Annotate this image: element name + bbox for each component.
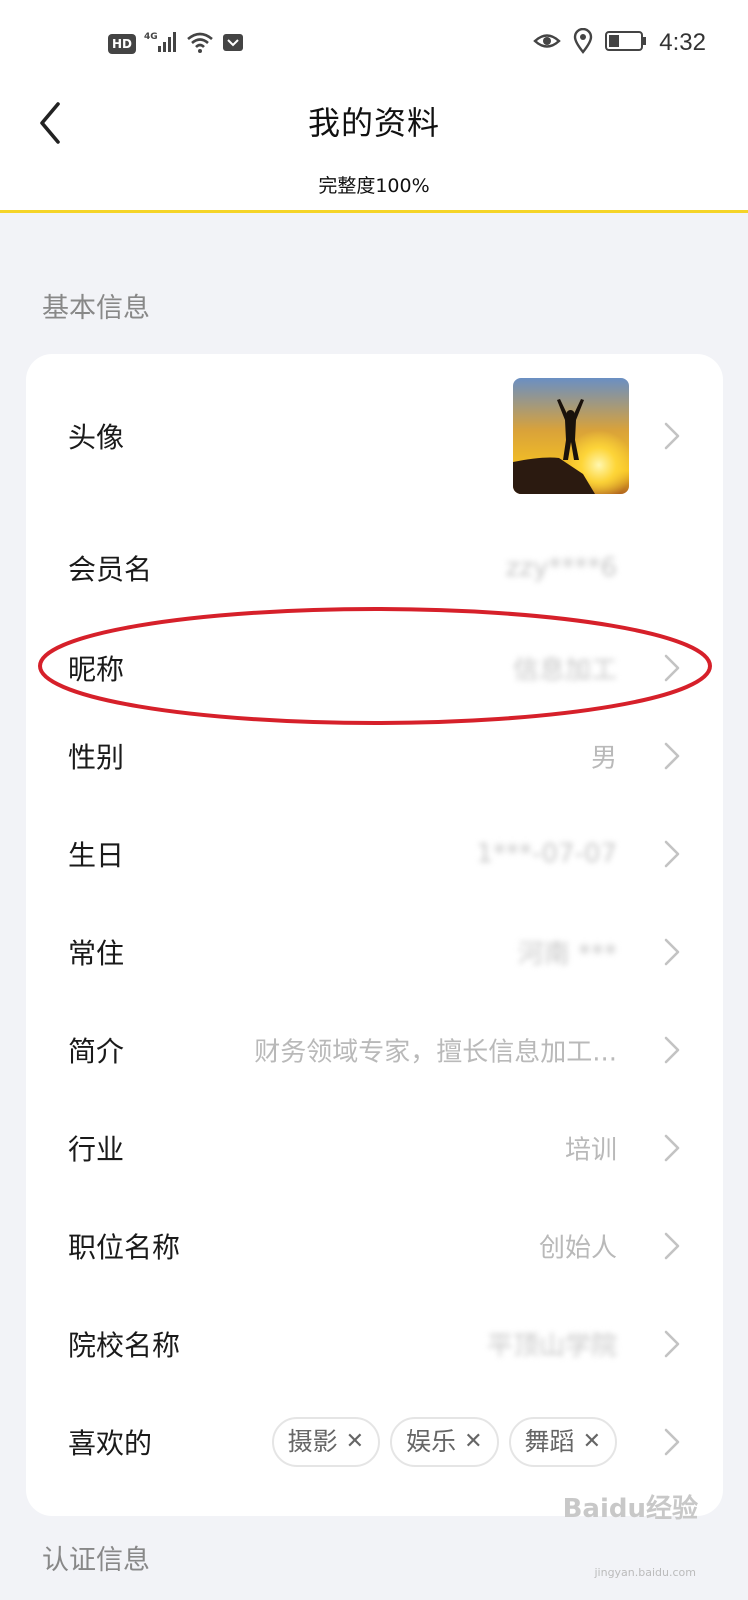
chevron-right-icon [664,1036,680,1064]
avatar-row[interactable]: 头像 [26,354,723,518]
intro-value: 财务领域专家，擅长信息加工... [254,1037,617,1068]
completeness-indicator: 完整度100% [0,156,748,213]
industry-label: 行业 [68,1133,125,1166]
school-value: 平顶山学院 [486,1331,617,1362]
remove-tag-icon[interactable]: ✕ [583,1419,601,1465]
wifi-icon [186,31,214,57]
nickname-label: 昵称 [68,653,125,686]
chevron-right-icon [664,422,680,450]
industry-row[interactable]: 行业 培训 [26,1098,723,1198]
chevron-right-icon [664,1330,680,1358]
member-name-row[interactable]: 会员名 zzy****6 [26,518,723,618]
chevron-right-icon [664,1232,680,1260]
birthday-row[interactable]: 生日 1***-07-07 [26,804,723,904]
status-left: HD 4G [108,30,244,58]
member-name-value: zzy****6 [505,553,617,583]
gender-value: 男 [590,743,617,774]
position-value: 创始人 [538,1233,617,1264]
nickname-value: 信息加工 [512,655,617,686]
gender-row[interactable]: 性别 男 [26,706,723,806]
chevron-right-icon [664,654,680,682]
status-time: 4:32 [659,29,706,56]
svg-text:4G: 4G [144,32,158,42]
battery-icon [605,30,647,56]
likes-label: 喜欢的 [68,1427,153,1460]
status-bar: HD 4G 4:32 [0,0,748,86]
baidu-watermark: Baidu经验 [562,1494,698,1524]
likes-row[interactable]: 喜欢的 摄影 ✕ 娱乐 ✕ 舞蹈 ✕ [26,1390,723,1494]
like-tag[interactable]: 娱乐 ✕ [390,1417,499,1467]
page-title: 我的资料 [307,104,440,142]
residence-value: 河南 *** [517,939,617,970]
remove-tag-icon[interactable]: ✕ [346,1419,364,1465]
location-icon [573,27,593,58]
baidu-watermark-url: jingyan.baidu.com [594,1566,696,1579]
position-label: 职位名称 [68,1231,181,1264]
residence-label: 常住 [68,937,125,970]
hd-badge: HD [108,34,137,54]
basic-info-card: 头像 会员名 zzy****6 昵称 信息加工 性别 男 生日 1***-07-… [26,354,723,1516]
intro-label: 简介 [68,1035,125,1068]
chevron-right-icon [664,742,680,770]
chevron-right-icon [664,840,680,868]
member-name-label: 会员名 [68,553,153,586]
auth-info-section-title: 认证信息 [42,1545,150,1576]
school-row[interactable]: 院校名称 平顶山学院 [26,1294,723,1394]
remove-tag-icon[interactable]: ✕ [464,1419,482,1465]
likes-tags: 摄影 ✕ 娱乐 ✕ 舞蹈 ✕ [271,1417,617,1467]
nickname-row[interactable]: 昵称 信息加工 [26,618,723,718]
chevron-right-icon [664,938,680,966]
gender-label: 性别 [68,741,125,774]
app-notification-icon [222,31,244,57]
status-right: 4:32 [533,27,706,58]
nav-bar: 我的资料 [0,86,748,156]
residence-row[interactable]: 常住 河南 *** [26,902,723,1002]
avatar[interactable] [513,378,629,494]
industry-value: 培训 [564,1135,617,1166]
chevron-right-icon [664,1134,680,1162]
signal-icon: 4G [144,30,178,58]
basic-info-section-title: 基本信息 [42,293,150,324]
birthday-label: 生日 [68,839,125,872]
eye-icon [533,30,562,56]
birthday-value: 1***-07-07 [476,839,617,869]
chevron-right-icon [664,1428,680,1456]
position-row[interactable]: 职位名称 创始人 [26,1196,723,1296]
like-tag[interactable]: 舞蹈 ✕ [508,1417,617,1467]
school-label: 院校名称 [68,1329,181,1362]
intro-row[interactable]: 简介 财务领域专家，擅长信息加工... [26,1000,723,1100]
like-tag[interactable]: 摄影 ✕ [271,1417,381,1467]
avatar-label: 头像 [68,421,125,454]
